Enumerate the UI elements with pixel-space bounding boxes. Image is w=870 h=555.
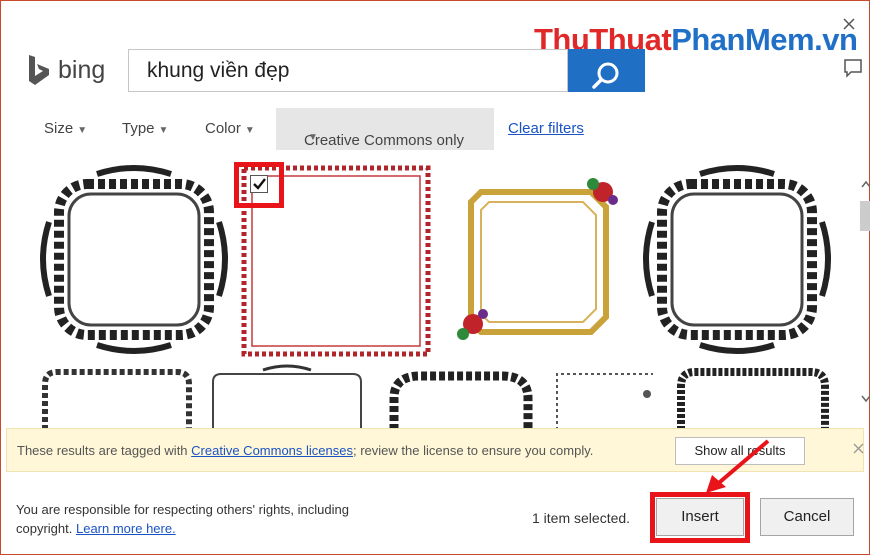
image-result-3[interactable] [441, 162, 635, 357]
disclaimer-line2: copyright. [16, 521, 76, 536]
disclaimer-line1: You are responsible for respecting other… [16, 502, 349, 517]
scroll-down-button[interactable] [861, 390, 870, 406]
chevron-down-icon [861, 395, 870, 403]
filter-bar: Size ▼ Type ▼ Color ▼ Creative Commons only… [0, 108, 640, 150]
clear-filters-link[interactable]: Clear filters [508, 120, 584, 137]
filter-size[interactable]: Size ▼ [44, 120, 87, 137]
chevron-down-icon: ▼ [158, 125, 169, 136]
filter-license-label: Creative Commons only [304, 132, 465, 149]
chevron-down-icon: ▼ [244, 125, 255, 136]
red-arrow-annotation [706, 439, 770, 493]
image-result-8[interactable] [547, 364, 663, 430]
license-notice-text: These results are tagged with Creative C… [17, 443, 593, 458]
filter-type[interactable]: Type ▼ [122, 120, 168, 137]
filter-color-label: Color [205, 120, 241, 137]
creative-commons-link[interactable]: Creative Commons licenses [191, 443, 353, 458]
filter-size-label: Size [44, 120, 74, 137]
search-button[interactable] [568, 49, 645, 92]
chevron-down-icon: ▼ [77, 125, 88, 136]
filter-license[interactable]: Creative Commons only ▼ [276, 108, 494, 150]
logo-text: bing [58, 55, 106, 84]
bing-logo-icon [29, 55, 49, 85]
selection-count: 1 item selected. [532, 510, 631, 526]
chevron-down-icon: ▼ [308, 132, 318, 143]
cancel-button[interactable]: Cancel [760, 498, 854, 536]
notice-suffix: ; review the license to ensure you compl… [353, 443, 594, 458]
image-result-6[interactable] [203, 364, 371, 430]
filter-color[interactable]: Color ▼ [205, 120, 255, 137]
insert-button[interactable]: Insert [656, 498, 744, 536]
watermark-part2: PhanMem.vn [671, 22, 858, 57]
rights-disclaimer: You are responsible for respecting other… [16, 500, 446, 538]
search-input[interactable]: khung viền đẹp [128, 49, 568, 92]
close-icon[interactable] [843, 14, 855, 35]
feedback-icon[interactable] [843, 58, 863, 83]
image-result-9[interactable] [673, 364, 833, 430]
learn-more-link[interactable]: Learn more here. [76, 521, 176, 536]
checkmark-icon [253, 178, 266, 190]
notice-prefix: These results are tagged with [17, 443, 192, 458]
image-result-7[interactable] [380, 364, 542, 430]
filter-type-label: Type [122, 120, 155, 137]
image-result-5[interactable] [37, 364, 197, 430]
image-result-1[interactable] [37, 162, 231, 357]
search-icon [592, 62, 619, 89]
image-results-grid [35, 162, 853, 430]
scroll-up-button[interactable] [861, 175, 870, 191]
image-result-4[interactable] [640, 162, 834, 357]
selected-checkbox[interactable] [250, 175, 268, 193]
close-icon[interactable] [853, 441, 864, 459]
chevron-up-icon [861, 180, 870, 188]
bing-logo: bing [26, 53, 105, 87]
scrollbar-thumb[interactable] [860, 201, 870, 231]
